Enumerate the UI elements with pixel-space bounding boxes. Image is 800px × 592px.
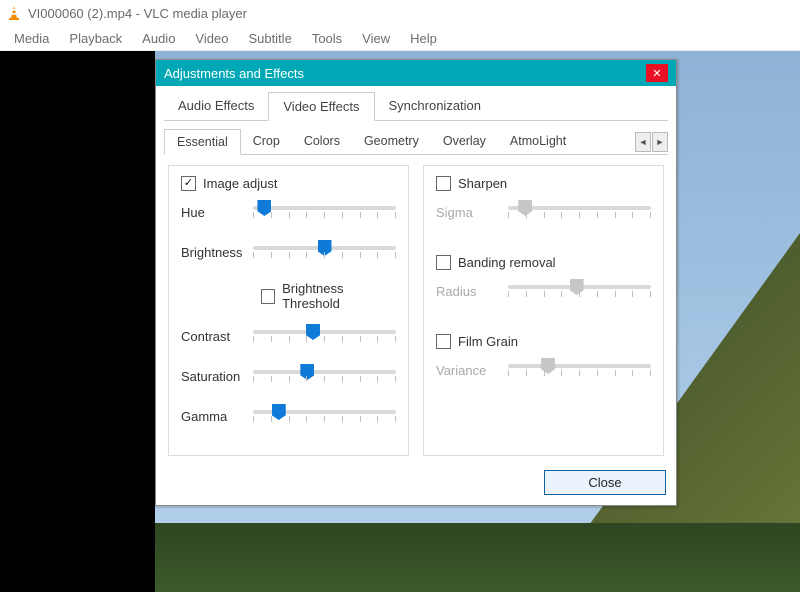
variance-label: Variance: [436, 363, 508, 378]
menu-tools[interactable]: Tools: [302, 28, 352, 49]
menu-audio[interactable]: Audio: [132, 28, 185, 49]
checkbox-icon: [436, 334, 451, 349]
sharpen-label: Sharpen: [458, 176, 507, 191]
close-button[interactable]: Close: [544, 470, 666, 495]
close-icon: ✕: [652, 67, 661, 80]
video-foreground: [155, 523, 800, 592]
brightness-slider-row: Brightness: [181, 241, 396, 263]
menu-video[interactable]: Video: [185, 28, 238, 49]
contrast-slider-row: Contrast: [181, 325, 396, 347]
dialog-titlebar[interactable]: Adjustments and Effects ✕: [156, 60, 676, 86]
banding-removal-label: Banding removal: [458, 255, 556, 270]
film-grain-label: Film Grain: [458, 334, 518, 349]
app-title: VI000060 (2).mp4 - VLC media player: [28, 6, 247, 21]
vlc-cone-icon: [6, 5, 22, 21]
gamma-slider-row: Gamma: [181, 405, 396, 427]
sub-tabs: Essential Crop Colors Geometry Overlay A…: [164, 129, 668, 155]
hue-label: Hue: [181, 205, 253, 220]
brightness-label: Brightness: [181, 245, 253, 260]
gamma-label: Gamma: [181, 409, 253, 424]
subtab-atmolight[interactable]: AtmoLight: [498, 129, 578, 154]
radius-slider-row: Radius: [436, 280, 651, 302]
menubar: Media Playback Audio Video Subtitle Tool…: [0, 26, 800, 51]
sigma-slider[interactable]: [508, 201, 651, 223]
dialog-title: Adjustments and Effects: [164, 66, 304, 81]
variance-slider-row: Variance: [436, 359, 651, 381]
contrast-label: Contrast: [181, 329, 253, 344]
essential-panel: Image adjust Hue Brightness Brightness T…: [156, 155, 676, 464]
brightness-slider[interactable]: [253, 241, 396, 263]
tabs-scroll-left[interactable]: ◄: [635, 132, 651, 152]
saturation-slider-row: Saturation: [181, 365, 396, 387]
menu-playback[interactable]: Playback: [59, 28, 132, 49]
hue-slider[interactable]: [253, 201, 396, 223]
checkbox-icon: [436, 176, 451, 191]
checkbox-icon: [436, 255, 451, 270]
main-tabs: Audio Effects Video Effects Synchronizat…: [164, 92, 668, 121]
saturation-slider[interactable]: [253, 365, 396, 387]
menu-view[interactable]: View: [352, 28, 400, 49]
image-adjust-group: Image adjust Hue Brightness Brightness T…: [168, 165, 409, 456]
image-adjust-checkbox[interactable]: Image adjust: [181, 176, 396, 191]
banding-removal-checkbox[interactable]: Banding removal: [436, 255, 651, 270]
subtab-crop[interactable]: Crop: [241, 129, 292, 154]
variance-slider[interactable]: [508, 359, 651, 381]
dialog-footer: Close: [156, 464, 676, 505]
subtab-geometry[interactable]: Geometry: [352, 129, 431, 154]
adjustments-effects-dialog: Adjustments and Effects ✕ Audio Effects …: [155, 59, 677, 506]
hue-slider-row: Hue: [181, 201, 396, 223]
checkbox-icon: [261, 289, 275, 304]
subtab-overlay[interactable]: Overlay: [431, 129, 498, 154]
tabs-scroll-right[interactable]: ►: [652, 132, 668, 152]
subtab-colors[interactable]: Colors: [292, 129, 352, 154]
film-grain-checkbox[interactable]: Film Grain: [436, 334, 651, 349]
radius-slider[interactable]: [508, 280, 651, 302]
brightness-threshold-label: Brightness Threshold: [282, 281, 396, 311]
tab-video-effects[interactable]: Video Effects: [268, 92, 374, 121]
menu-help[interactable]: Help: [400, 28, 447, 49]
menu-media[interactable]: Media: [4, 28, 59, 49]
right-column: Sharpen Sigma Banding removal Radius: [423, 165, 664, 456]
tab-audio-effects[interactable]: Audio Effects: [164, 92, 268, 120]
sigma-slider-row: Sigma: [436, 201, 651, 223]
dialog-close-button[interactable]: ✕: [646, 64, 668, 82]
image-adjust-label: Image adjust: [203, 176, 277, 191]
contrast-slider[interactable]: [253, 325, 396, 347]
radius-label: Radius: [436, 284, 508, 299]
sigma-label: Sigma: [436, 205, 508, 220]
tab-synchronization[interactable]: Synchronization: [375, 92, 496, 120]
saturation-label: Saturation: [181, 369, 253, 384]
checkbox-icon: [181, 176, 196, 191]
menu-subtitle[interactable]: Subtitle: [238, 28, 301, 49]
app-titlebar: VI000060 (2).mp4 - VLC media player: [0, 0, 800, 26]
video-area: Adjustments and Effects ✕ Audio Effects …: [0, 51, 800, 592]
gamma-slider[interactable]: [253, 405, 396, 427]
subtab-essential[interactable]: Essential: [164, 129, 241, 155]
sharpen-checkbox[interactable]: Sharpen: [436, 176, 651, 191]
brightness-threshold-checkbox[interactable]: Brightness Threshold: [261, 281, 396, 311]
